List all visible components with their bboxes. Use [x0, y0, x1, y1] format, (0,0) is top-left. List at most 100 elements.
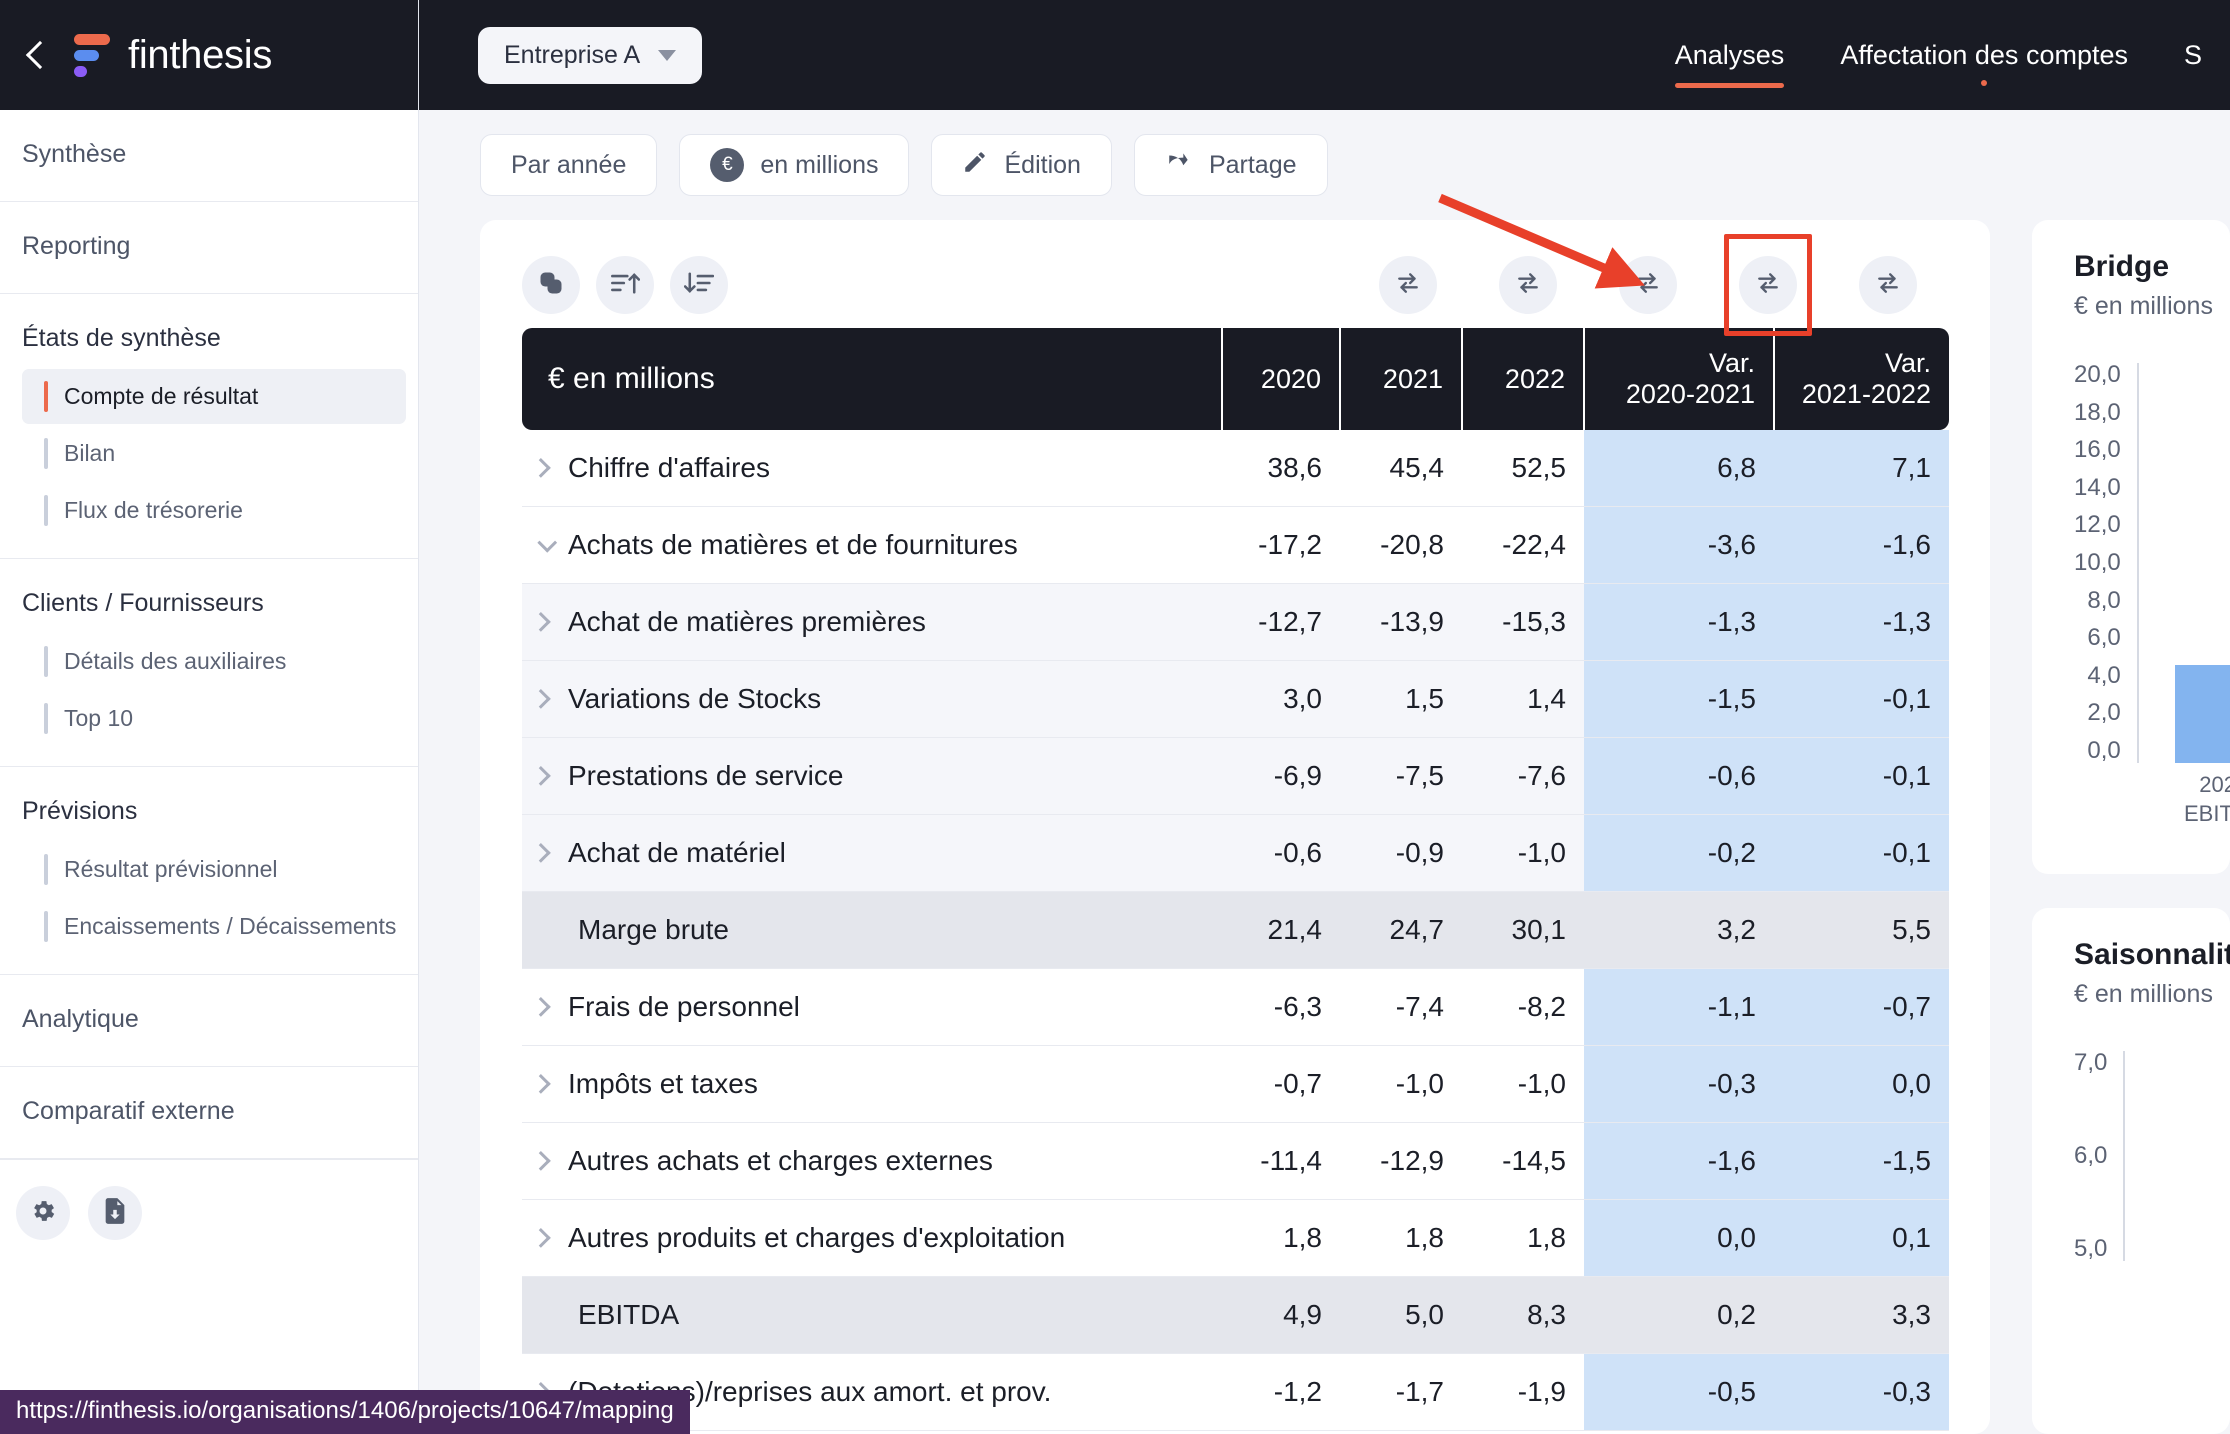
row-label-cell[interactable]: Achats de matières et de fournitures — [522, 506, 1222, 584]
sidebar-item-comparatif-externe[interactable]: Comparatif externe — [0, 1083, 418, 1140]
value-cell[interactable]: -22,4 — [1462, 506, 1584, 584]
table-row[interactable]: EBITDA 4,9 5,0 8,3 0,2 3,3 — [522, 1276, 1949, 1354]
value-cell[interactable]: -0,9 — [1340, 814, 1462, 892]
swap-columns-button-2[interactable] — [1499, 256, 1557, 314]
brand[interactable]: finthesis — [74, 33, 272, 78]
sidebar-item-top-10[interactable]: Top 10 — [22, 691, 406, 746]
sidebar-item-encaissements-decaissements[interactable]: Encaissements / Décaissements — [22, 899, 406, 954]
value-cell[interactable]: 1,5 — [1340, 660, 1462, 738]
value-cell[interactable]: 52,5 — [1462, 430, 1584, 507]
chevron-right-icon[interactable] — [530, 688, 551, 709]
column-header-2021[interactable]: 2021 — [1339, 328, 1462, 430]
sort-asc-button[interactable] — [596, 256, 654, 314]
row-label-cell[interactable]: Frais de personnel — [522, 968, 1222, 1046]
swap-columns-button-4[interactable] — [1739, 256, 1797, 314]
swap-columns-button-1[interactable] — [1379, 256, 1437, 314]
variance-cell[interactable]: -0,1 — [1774, 814, 1949, 892]
variance-cell[interactable]: 3,2 — [1584, 891, 1774, 969]
table-row[interactable]: Frais de personnel -6,3 -7,4 -8,2 -1,1 -0,7 — [522, 968, 1949, 1046]
table-row[interactable]: Achat de matières premières -12,7 -13,9 -15… — [522, 583, 1949, 661]
sidebar-item-resultat-previsionnel[interactable]: Résultat prévisionnel — [22, 842, 406, 897]
tab-analyses[interactable]: Analyses — [1647, 0, 1813, 110]
organisation-selector[interactable]: Entreprise A — [478, 26, 703, 84]
table-row[interactable]: Chiffre d'affaires 38,6 45,4 52,5 6,8 7,1 — [522, 430, 1949, 507]
variance-cell[interactable]: -0,7 — [1774, 968, 1949, 1046]
chevron-right-icon[interactable] — [530, 1227, 551, 1248]
row-label-cell[interactable]: Achat de matériel — [522, 814, 1222, 892]
export-button[interactable] — [88, 1186, 142, 1241]
tab-clipped[interactable]: S — [2156, 0, 2230, 110]
value-cell[interactable]: 1,4 — [1462, 660, 1584, 738]
edition-button[interactable]: Édition — [931, 134, 1112, 196]
variance-cell[interactable]: 5,5 — [1774, 891, 1949, 969]
variance-cell[interactable]: -0,6 — [1584, 737, 1774, 815]
value-cell[interactable]: 21,4 — [1222, 891, 1340, 969]
row-label-cell[interactable]: Achat de matières premières — [522, 583, 1222, 661]
value-cell[interactable]: -13,9 — [1340, 583, 1462, 661]
value-cell[interactable]: -15,3 — [1462, 583, 1584, 661]
table-row[interactable]: Achats de matières et de fournitures -17,… — [522, 506, 1949, 584]
value-cell[interactable]: -1,0 — [1340, 1045, 1462, 1123]
value-cell[interactable]: -7,6 — [1462, 737, 1584, 815]
chevron-right-icon[interactable] — [530, 842, 551, 863]
value-cell[interactable]: -7,5 — [1340, 737, 1462, 815]
value-cell[interactable]: -1,0 — [1462, 814, 1584, 892]
column-header-var-2021-2022[interactable]: Var. 2021-2022 — [1773, 328, 1949, 430]
value-cell[interactable]: 5,0 — [1340, 1276, 1462, 1354]
variance-cell[interactable]: -3,6 — [1584, 506, 1774, 584]
variance-cell[interactable]: -0,1 — [1774, 660, 1949, 738]
column-header-2022[interactable]: 2022 — [1461, 328, 1584, 430]
table-row[interactable]: Variations de Stocks 3,0 1,5 1,4 -1,5 -0,1 — [522, 660, 1949, 738]
value-cell[interactable]: -14,5 — [1462, 1122, 1584, 1200]
chevron-right-icon[interactable] — [530, 611, 551, 632]
row-label-cell[interactable]: Prestations de service — [522, 737, 1222, 815]
chevron-left-icon[interactable] — [18, 38, 52, 72]
variance-cell[interactable]: 7,1 — [1774, 430, 1949, 507]
value-cell[interactable]: -12,9 — [1340, 1122, 1462, 1200]
unit-button[interactable]: € en millions — [679, 134, 910, 196]
variance-cell[interactable]: 6,8 — [1584, 430, 1774, 507]
value-cell[interactable]: -1,7 — [1340, 1353, 1462, 1431]
row-label-cell[interactable]: Variations de Stocks — [522, 660, 1222, 738]
table-row[interactable]: Achat de matériel -0,6 -0,9 -1,0 -0,2 -0,1 — [522, 814, 1949, 892]
value-cell[interactable]: 38,6 — [1222, 430, 1340, 507]
value-cell[interactable]: -0,6 — [1222, 814, 1340, 892]
value-cell[interactable]: -0,7 — [1222, 1045, 1340, 1123]
variance-cell[interactable]: -0,5 — [1584, 1353, 1774, 1431]
share-button[interactable]: Partage — [1133, 134, 1328, 196]
sidebar-item-compte-de-resultat[interactable]: Compte de résultat — [22, 369, 406, 425]
variance-cell[interactable]: -1,3 — [1584, 583, 1774, 661]
chevron-right-icon[interactable] — [530, 1150, 551, 1171]
sidebar-item-analytique[interactable]: Analytique — [0, 991, 418, 1048]
variance-cell[interactable]: -0,1 — [1774, 737, 1949, 815]
sidebar-item-bilan[interactable]: Bilan — [22, 426, 406, 481]
variance-cell[interactable]: 0,2 — [1584, 1276, 1774, 1354]
value-cell[interactable]: -1,0 — [1462, 1045, 1584, 1123]
settings-button[interactable] — [16, 1186, 70, 1241]
value-cell[interactable]: -6,3 — [1222, 968, 1340, 1046]
swap-columns-button-5[interactable] — [1859, 256, 1917, 314]
variance-cell[interactable]: -0,3 — [1584, 1045, 1774, 1123]
sidebar-item-synthese[interactable]: Synthèse — [0, 126, 418, 183]
row-label-cell[interactable]: Chiffre d'affaires — [522, 430, 1222, 507]
table-row[interactable]: Autres achats et charges externes -11,4 -1… — [522, 1122, 1949, 1200]
value-cell[interactable]: -7,4 — [1340, 968, 1462, 1046]
table-row[interactable]: Prestations de service -6,9 -7,5 -7,6 -0,6 -0… — [522, 737, 1949, 815]
chevron-down-icon[interactable] — [537, 532, 558, 553]
period-button[interactable]: Par année — [480, 134, 658, 196]
value-cell[interactable]: 1,8 — [1222, 1199, 1340, 1277]
sidebar-item-flux-de-tresorerie[interactable]: Flux de trésorerie — [22, 483, 406, 538]
value-cell[interactable]: 1,8 — [1462, 1199, 1584, 1277]
bar-ebitda-2020[interactable] — [2174, 665, 2230, 763]
row-label-cell[interactable]: Impôts et taxes — [522, 1045, 1222, 1123]
swap-columns-button-3[interactable] — [1619, 256, 1677, 314]
value-cell[interactable]: 3,0 — [1222, 660, 1340, 738]
value-cell[interactable]: -17,2 — [1222, 506, 1340, 584]
row-label-cell[interactable]: EBITDA — [522, 1276, 1222, 1354]
column-header-var-2020-2021[interactable]: Var. 2020-2021 — [1583, 328, 1774, 430]
value-cell[interactable]: -20,8 — [1340, 506, 1462, 584]
value-cell[interactable]: 45,4 — [1340, 430, 1462, 507]
variance-cell[interactable]: -0,2 — [1584, 814, 1774, 892]
sort-desc-button[interactable] — [670, 256, 728, 314]
sidebar-item-details-des-auxiliaires[interactable]: Détails des auxiliaires — [22, 634, 406, 689]
